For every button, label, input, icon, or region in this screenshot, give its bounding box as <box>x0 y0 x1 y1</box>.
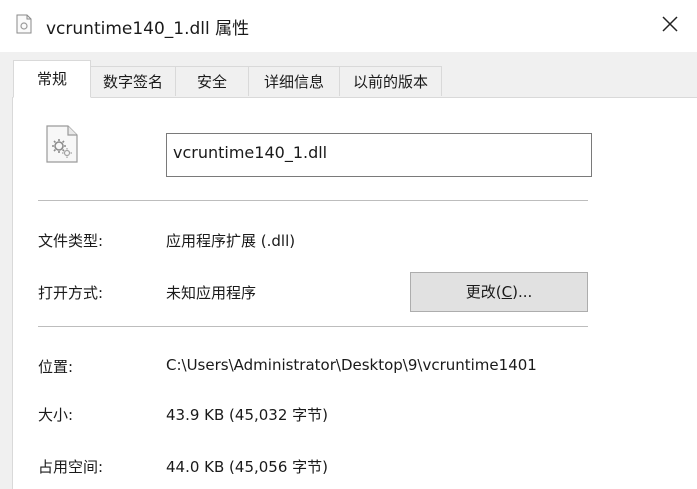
file-type-label: 文件类型: <box>38 232 104 250</box>
file-name-input[interactable] <box>166 133 592 177</box>
window-left-edge <box>0 52 3 489</box>
size-label: 大小: <box>38 406 74 424</box>
tab-digital-signatures[interactable]: 数字签名 <box>90 66 176 96</box>
size-on-disk-value: 44.0 KB (45,056 字节) <box>166 458 329 476</box>
tab-details[interactable]: 详细信息 <box>248 66 340 96</box>
close-icon <box>661 15 679 37</box>
change-button-accelerator: C <box>501 283 513 301</box>
tab-general[interactable]: 常规 <box>13 60 91 98</box>
dll-file-gear-icon <box>45 124 79 164</box>
change-button-prefix: 更改( <box>465 283 502 301</box>
file-type-value: 应用程序扩展 (.dll) <box>166 232 296 250</box>
open-with-label: 打开方式: <box>38 284 104 302</box>
title-bar: vcruntime140_1.dll 属性 <box>0 0 697 52</box>
size-on-disk-label: 占用空间: <box>38 458 104 476</box>
open-with-value: 未知应用程序 <box>166 284 257 302</box>
location-label: 位置: <box>38 358 74 376</box>
dll-file-icon <box>16 14 32 34</box>
properties-window: vcruntime140_1.dll 属性 常规 数字签名 安全 详细信息 以前… <box>0 0 697 489</box>
size-value: 43.9 KB (45,032 字节) <box>166 406 329 424</box>
divider <box>38 326 588 327</box>
window-title: vcruntime140_1.dll 属性 <box>46 19 250 39</box>
change-button-suffix: )... <box>512 283 533 301</box>
divider <box>38 200 588 201</box>
change-button[interactable]: 更改(C)... <box>410 272 588 312</box>
tab-previous-versions[interactable]: 以前的版本 <box>339 66 442 96</box>
location-value: C:\Users\Administrator\Desktop\9\vcrunti… <box>166 356 537 374</box>
tab-security[interactable]: 安全 <box>175 66 249 96</box>
close-button[interactable] <box>646 6 694 46</box>
